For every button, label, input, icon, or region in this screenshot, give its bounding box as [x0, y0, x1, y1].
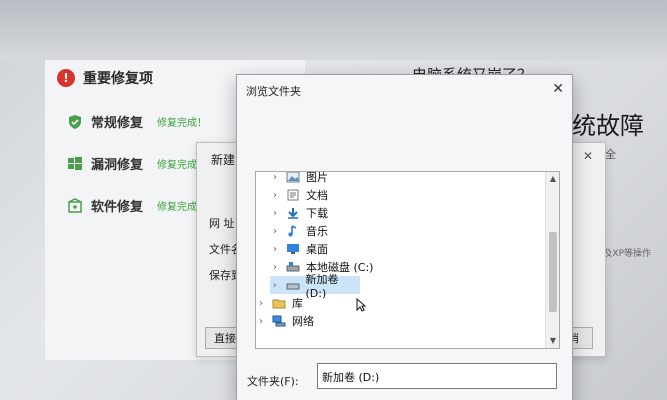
local-disk-icon — [286, 261, 300, 273]
scrollbar-thumb[interactable] — [549, 232, 557, 312]
tree-item-label: 新加卷 (D:) — [305, 272, 339, 300]
tree-item-library[interactable]: › 库 — [256, 294, 303, 312]
repair-item-label: 常规修复 — [91, 116, 144, 131]
dialog-title: 新建 — [211, 153, 236, 167]
tree-item-pictures[interactable]: › 图片 — [270, 171, 328, 186]
chevron-right-icon[interactable]: › — [270, 244, 280, 255]
download-folder-icon — [286, 207, 300, 219]
repair-item-regular: 常规修复 修复完成！ — [67, 112, 207, 131]
repair-item-label: 漏洞修复 — [91, 158, 144, 173]
chevron-right-icon[interactable]: › — [256, 316, 266, 327]
chevron-right-icon[interactable]: › — [270, 262, 280, 273]
network-icon — [272, 315, 286, 327]
desktop-folder-icon — [286, 243, 300, 255]
browse-folder-dialog: 浏览文件夹 ✕ › 图片 › 文档 › 下载 › 音乐 › 桌面 › 本地磁盘 … — [236, 74, 573, 400]
url-label: 网 址 — [209, 217, 235, 230]
library-icon — [272, 297, 286, 309]
drive-icon — [286, 279, 300, 291]
scroll-up-icon[interactable]: ▲ — [548, 174, 558, 184]
tree-item-volume-d[interactable]: › 新加卷 (D:) — [270, 273, 360, 300]
repair-item-vulnerability: 漏洞修复 修复完成！ — [67, 154, 207, 173]
folder-input[interactable]: 新加卷 (D:) — [317, 363, 557, 389]
repair-header: ! 重要修复项 — [57, 68, 153, 88]
tree-item-label: 下载 — [306, 207, 328, 220]
chevron-right-icon[interactable]: › — [270, 280, 280, 291]
warning-icon: ! — [57, 69, 75, 87]
chevron-right-icon[interactable]: › — [270, 172, 280, 183]
music-folder-icon — [286, 225, 300, 237]
tree-item-label: 图片 — [306, 171, 328, 184]
tree-item-music[interactable]: › 音乐 — [270, 222, 328, 240]
chevron-right-icon[interactable]: › — [256, 298, 266, 309]
tree-item-downloads[interactable]: › 下载 — [270, 204, 328, 222]
chevron-right-icon[interactable]: › — [270, 226, 280, 237]
documents-folder-icon — [286, 189, 300, 201]
tree-item-documents[interactable]: › 文档 — [270, 186, 328, 204]
folder-tree[interactable]: › 图片 › 文档 › 下载 › 音乐 › 桌面 › 本地磁盘 (C:) › 新… — [255, 171, 560, 349]
tree-item-network[interactable]: › 网络 — [256, 312, 314, 330]
tree-item-desktop[interactable]: › 桌面 — [270, 240, 328, 258]
close-icon[interactable]: ✕ — [552, 81, 564, 97]
repair-item-software: 软件修复 修复完成！ — [67, 196, 207, 215]
shield-check-icon — [67, 114, 83, 130]
close-icon[interactable]: ✕ — [583, 149, 597, 163]
chevron-right-icon[interactable]: › — [270, 190, 280, 201]
pictures-folder-icon — [286, 172, 300, 183]
windows-logo-icon — [67, 156, 83, 172]
repair-item-label: 软件修复 — [91, 200, 144, 215]
repair-title: 重要修复项 — [83, 71, 153, 87]
folder-label: 文件夹(F): — [247, 375, 299, 388]
mouse-cursor-icon — [356, 297, 367, 316]
background-top-bar — [0, 0, 667, 60]
tree-item-label: 桌面 — [306, 243, 328, 256]
dialog-title: 浏览文件夹 — [246, 85, 301, 98]
chevron-right-icon[interactable]: › — [270, 208, 280, 219]
repair-item-status: 修复完成！ — [157, 118, 207, 129]
package-icon — [67, 197, 83, 214]
scroll-down-icon[interactable]: ▼ — [548, 336, 558, 346]
tree-item-label: 音乐 — [306, 225, 328, 238]
tree-item-label: 库 — [292, 297, 303, 310]
vertical-scrollbar[interactable]: ▲ ▼ — [545, 172, 559, 348]
tree-item-label: 文档 — [306, 189, 328, 202]
tree-item-label: 网络 — [292, 315, 314, 328]
